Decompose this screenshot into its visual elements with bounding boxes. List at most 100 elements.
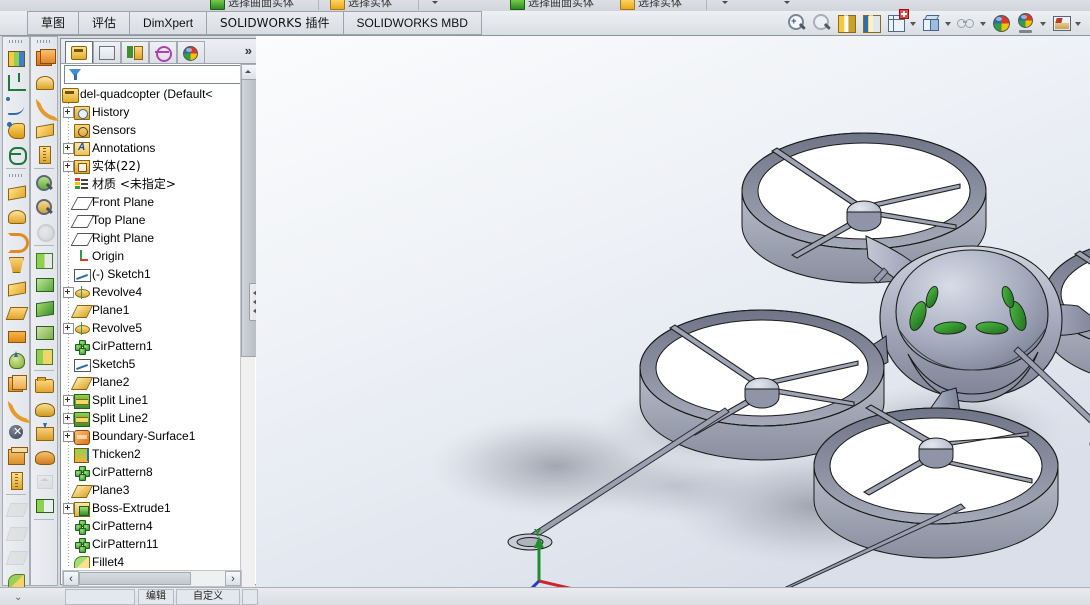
bend-surface-icon-2[interactable] (5, 397, 31, 423)
trim-surface-icon[interactable] (5, 546, 29, 568)
collapse-icon[interactable] (33, 470, 55, 492)
toolbar-grip[interactable] (3, 37, 29, 46)
scroll-right-button[interactable]: › (225, 571, 241, 586)
tree-expand-toggle[interactable] (63, 323, 74, 334)
chevron-down-icon-2[interactable] (722, 1, 728, 4)
tree-item[interactable]: Plane1 (62, 301, 241, 319)
scroll-up-button[interactable] (241, 64, 257, 80)
select-bodies-icon[interactable] (330, 0, 345, 10)
import-diagnostics-icon[interactable] (33, 422, 55, 444)
offset-surface-icon[interactable] (5, 277, 27, 299)
view-orientation-cube-icon[interactable] (920, 12, 942, 34)
tab-evaluate[interactable]: 评估 (79, 11, 131, 35)
tree-item[interactable]: Plane3 (62, 481, 241, 499)
dimxpert-manager-tab[interactable] (149, 41, 177, 63)
tree-filter-input[interactable] (64, 65, 252, 84)
section-view-icon[interactable] (835, 12, 857, 34)
tree-expand-toggle[interactable] (63, 431, 74, 442)
flange-surface-icon[interactable] (5, 253, 27, 275)
split-icon[interactable] (33, 249, 55, 271)
tree-item[interactable]: Boundary-Surface1 (62, 427, 241, 445)
spline-surface-icon[interactable] (5, 95, 27, 117)
toolbar-grip-2[interactable] (3, 171, 29, 180)
hscroll-thumb[interactable] (79, 572, 191, 585)
dome-feature-icon[interactable] (33, 398, 55, 420)
apply-scene-dropdown-icon[interactable] (1040, 12, 1047, 34)
apply-scene-icon[interactable] (1015, 12, 1037, 34)
deform-icon[interactable] (33, 446, 55, 468)
extend-surface-icon[interactable] (5, 325, 27, 347)
combine-bodies-icon[interactable] (33, 345, 55, 367)
tree-expand-toggle[interactable] (63, 107, 74, 118)
scroll-left-button[interactable]: ‹ (63, 571, 79, 586)
tree-item[interactable]: Annotations (62, 139, 241, 157)
tree-item[interactable]: (-) Sketch1 (62, 265, 241, 283)
flex-icon[interactable] (33, 95, 59, 121)
helix-surface-icon[interactable] (5, 143, 27, 165)
tree-item[interactable]: Split Line2 (62, 409, 241, 427)
tree-expand-toggle[interactable] (63, 143, 74, 154)
tree-expand-toggle[interactable] (63, 395, 74, 406)
tree-expand-toggle[interactable] (63, 161, 74, 172)
zip-feature-icon[interactable] (33, 143, 55, 165)
tree-item[interactable]: Revolve4 (62, 283, 241, 301)
delete-face-icon[interactable]: ✕ (5, 421, 27, 443)
move-face-icon[interactable] (33, 273, 55, 295)
tree-item[interactable]: Sensors (62, 121, 241, 139)
select-bodies-icon-2[interactable] (620, 0, 635, 10)
view-orientation-icon[interactable] (860, 12, 882, 34)
shape-icon[interactable] (33, 119, 55, 141)
tree-item[interactable]: Plane2 (62, 373, 241, 391)
more-tabs-icon[interactable]: » (245, 43, 252, 58)
tree-item[interactable]: Right Plane (62, 229, 241, 247)
replace-face-icon[interactable] (5, 498, 29, 520)
tree-item[interactable]: History (62, 103, 241, 121)
tab-dimxpert[interactable]: DimXpert (130, 11, 208, 35)
simulation-icon[interactable] (33, 220, 55, 242)
edit-appearance-icon[interactable] (990, 12, 1012, 34)
hide-show-items-icon[interactable] (955, 12, 977, 34)
tree-item[interactable]: Fillet4 (62, 553, 241, 568)
expand-chevron-icon[interactable]: ⌄ (14, 593, 22, 603)
revolved-boss-icon[interactable] (5, 119, 27, 141)
chevron-down-icon[interactable] (432, 1, 438, 4)
view-orientation-dropdown-icon[interactable] (945, 12, 952, 34)
display-manager-tab[interactable] (177, 41, 205, 63)
tree-item[interactable]: Origin (62, 247, 241, 265)
view-settings-icon[interactable] (1050, 12, 1072, 34)
combine-icon[interactable] (33, 321, 55, 343)
graphics-viewport[interactable]: Y X Z (256, 36, 1090, 588)
tree-item[interactable]: CirPattern11 (62, 535, 241, 553)
feature-tree[interactable]: del-quadcopter (Default< History Sensors An… (62, 85, 241, 568)
ruled-surface-icon[interactable] (5, 181, 27, 203)
bend-surface-icon[interactable] (5, 229, 29, 253)
tree-item[interactable]: Split Line1 (62, 391, 241, 409)
tree-item[interactable]: Thicken2 (62, 445, 241, 463)
hide-show-dropdown-icon[interactable] (980, 12, 987, 34)
tree-item[interactable]: Sketch5 (62, 355, 241, 373)
tree-expand-toggle[interactable] (63, 503, 74, 514)
dome-icon[interactable] (33, 71, 55, 93)
view-settings-dropdown-icon[interactable] (1075, 12, 1082, 34)
planar-surface-icon[interactable] (5, 301, 29, 323)
extrude-boss-icon[interactable] (5, 47, 27, 69)
tree-item[interactable]: 材质 <未指定> (62, 175, 241, 193)
tree-item[interactable]: CirPattern4 (62, 517, 241, 535)
zoom-selection-icon[interactable] (33, 196, 55, 218)
radiate-surface-icon[interactable] (5, 349, 27, 371)
stacked-bodies-icon[interactable] (33, 47, 56, 69)
display-style-icon[interactable] (885, 9, 909, 34)
tree-item[interactable]: CirPattern8 (62, 463, 241, 481)
zoom-to-area-icon[interactable] (810, 12, 832, 34)
magnified-section-icon[interactable] (33, 172, 55, 194)
rib-icon[interactable] (33, 494, 55, 516)
untrim-surface-icon[interactable] (5, 445, 28, 467)
property-manager-tab[interactable] (93, 41, 121, 63)
feature-manager-design-tree-tab[interactable] (65, 41, 93, 63)
feature-tree-horizontal-scrollbar[interactable]: ‹ › (62, 570, 242, 587)
knit-surface-icon[interactable] (5, 469, 27, 491)
tab-sketch[interactable]: 草图 (27, 11, 80, 35)
chevron-down-icon-3[interactable] (784, 1, 790, 4)
tab-solidworks-mbd[interactable]: SOLIDWORKS MBD (343, 11, 482, 35)
mid-surface-icon[interactable] (5, 522, 29, 544)
